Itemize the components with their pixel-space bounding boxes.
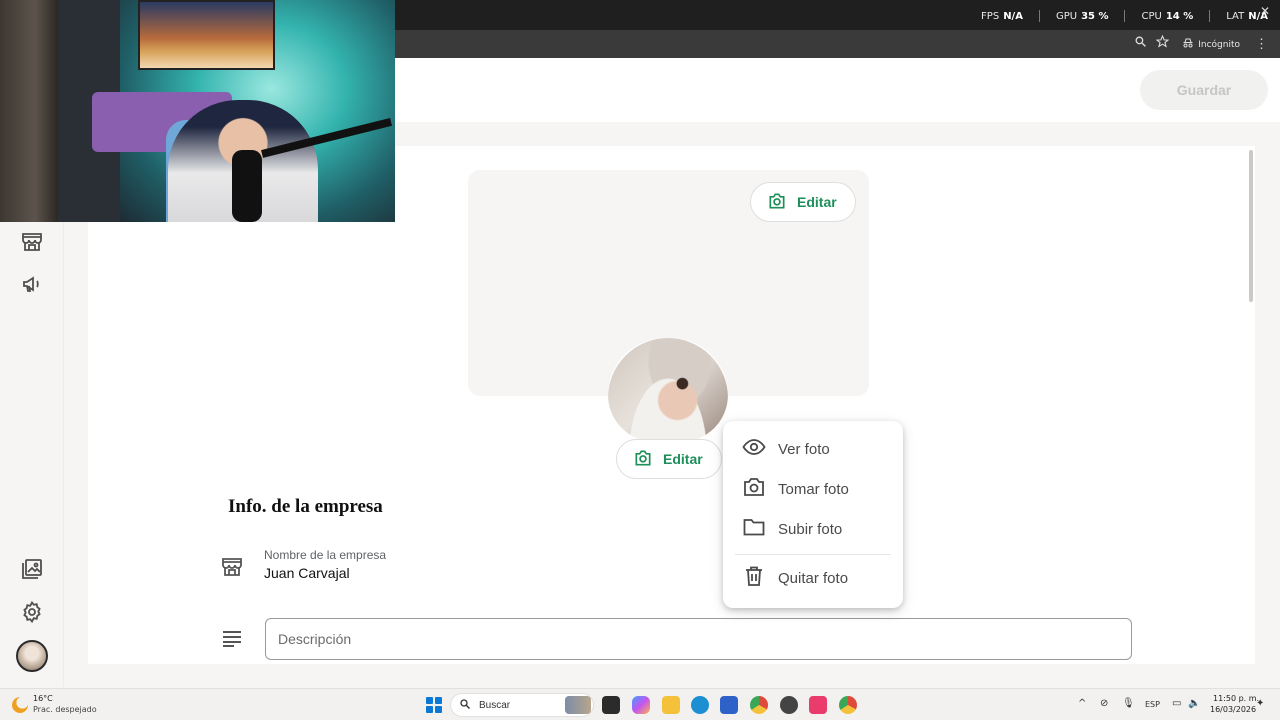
windows-taskbar: 16°C Prac. despejado Buscar ^ ⊘ 🎙 ESP ▭ … bbox=[0, 688, 1280, 720]
copilot-icon[interactable] bbox=[632, 696, 650, 714]
performance-stats: FPS N/A GPU 35 % CPU 14 % LAT N/A bbox=[981, 10, 1268, 22]
browser-menu-icon[interactable]: ⋮ bbox=[1255, 36, 1268, 52]
tiktok-icon[interactable] bbox=[809, 696, 827, 714]
company-name-label: Nombre de la empresa bbox=[264, 548, 387, 562]
start-tile bbox=[426, 706, 433, 713]
camera-icon bbox=[742, 475, 766, 503]
profile-photo-image bbox=[608, 338, 728, 442]
weather-icon[interactable] bbox=[12, 697, 28, 713]
zoom-icon[interactable] bbox=[1134, 35, 1147, 51]
menu-item-upload-photo[interactable]: Subir foto bbox=[723, 509, 903, 549]
close-overlay-icon[interactable]: ✕ bbox=[1260, 4, 1270, 18]
task-view-icon[interactable] bbox=[602, 696, 620, 714]
photo-options-menu: Ver foto Tomar foto Subir foto Quitar fo… bbox=[723, 421, 903, 608]
search-icon bbox=[459, 698, 471, 713]
webcam-overlay bbox=[0, 0, 395, 222]
menu-item-remove-photo[interactable]: Quitar foto bbox=[723, 558, 903, 598]
stat-divider bbox=[1209, 10, 1211, 22]
language-indicator[interactable]: ESP bbox=[1145, 700, 1160, 709]
folder-icon bbox=[742, 515, 766, 543]
edit-profile-photo-button[interactable]: Editar bbox=[616, 439, 722, 479]
display-icon[interactable]: ▭ bbox=[1172, 698, 1181, 709]
chrome-profile-icon[interactable] bbox=[839, 696, 857, 714]
profile-panel: Editar Editar Info. de la empresa Nombre… bbox=[88, 146, 1255, 664]
store-app-icon[interactable] bbox=[720, 696, 738, 714]
incognito-icon bbox=[1182, 37, 1194, 52]
notification-icon[interactable]: ✦ bbox=[1256, 698, 1264, 709]
gallery-icon[interactable] bbox=[20, 557, 44, 581]
webcam-microphone bbox=[232, 150, 262, 222]
store-icon bbox=[220, 555, 244, 579]
camera-icon bbox=[633, 448, 653, 471]
profile-photo[interactable] bbox=[608, 338, 728, 442]
notes-icon bbox=[220, 626, 244, 650]
gpu-stat: GPU 35 % bbox=[1055, 10, 1109, 22]
fps-stat: FPS N/A bbox=[981, 10, 1023, 22]
edit-cover-button[interactable]: Editar bbox=[750, 182, 856, 222]
company-name-value[interactable]: Juan Carvajal bbox=[264, 565, 350, 581]
incognito-indicator[interactable]: Incógnito bbox=[1182, 37, 1240, 52]
menu-divider bbox=[735, 554, 891, 555]
app-icon[interactable] bbox=[780, 696, 798, 714]
webcam-door bbox=[0, 0, 58, 222]
bookmark-star-icon[interactable] bbox=[1155, 34, 1170, 51]
stat-divider bbox=[1124, 10, 1126, 22]
volume-icon[interactable]: 🔈 bbox=[1188, 698, 1200, 709]
start-button[interactable] bbox=[426, 697, 442, 713]
search-highlight-icon[interactable] bbox=[565, 696, 591, 714]
section-title: Info. de la empresa bbox=[228, 496, 383, 517]
gear-icon[interactable] bbox=[20, 600, 44, 624]
clock-date[interactable]: 16/03/2026 bbox=[1210, 705, 1256, 714]
camera-icon bbox=[767, 191, 787, 214]
microphone-icon[interactable]: 🎙 bbox=[1122, 698, 1135, 709]
edge-icon[interactable] bbox=[691, 696, 709, 714]
cpu-stat: CPU 14 % bbox=[1141, 10, 1194, 22]
stat-divider bbox=[1038, 10, 1040, 22]
clock-time[interactable]: 11:50 p. m. bbox=[1213, 694, 1259, 703]
weather-description[interactable]: Prac. despejado bbox=[33, 705, 97, 714]
menu-item-take-photo[interactable]: Tomar foto bbox=[723, 469, 903, 509]
chevron-up-icon[interactable]: ^ bbox=[1078, 698, 1086, 709]
weather-temperature[interactable]: 16°C bbox=[33, 694, 53, 703]
scrollbar[interactable] bbox=[1249, 150, 1253, 302]
store-icon[interactable] bbox=[20, 230, 44, 254]
network-icon[interactable]: ⊘ bbox=[1100, 698, 1108, 709]
start-tile bbox=[435, 697, 442, 704]
webcam-wall-screen bbox=[138, 0, 275, 70]
start-tile bbox=[426, 697, 433, 704]
description-input[interactable] bbox=[265, 618, 1132, 660]
eye-icon bbox=[742, 435, 766, 463]
menu-item-view-photo[interactable]: Ver foto bbox=[723, 429, 903, 469]
start-tile bbox=[435, 706, 442, 713]
file-explorer-icon[interactable] bbox=[662, 696, 680, 714]
megaphone-icon[interactable] bbox=[20, 272, 44, 296]
chrome-icon[interactable] bbox=[750, 696, 768, 714]
user-avatar[interactable] bbox=[16, 640, 48, 672]
save-button[interactable]: Guardar bbox=[1140, 70, 1268, 110]
trash-icon bbox=[742, 564, 766, 592]
